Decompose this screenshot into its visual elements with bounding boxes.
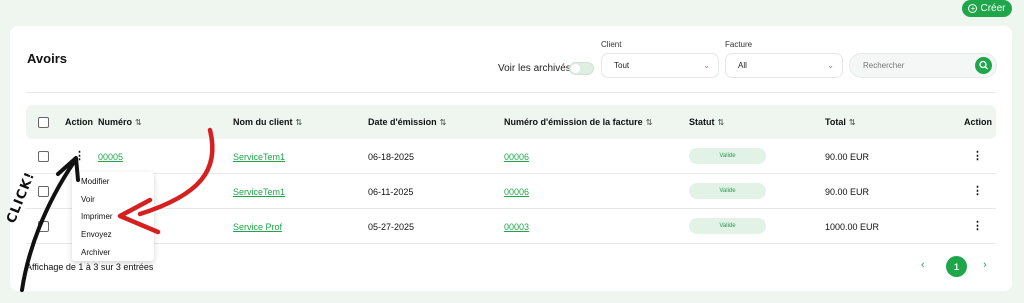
row-action-menu-icon[interactable]: ⋮: [74, 149, 85, 163]
create-button-label: Créer: [980, 3, 1006, 14]
sort-icon: ⇅: [135, 118, 142, 127]
sort-icon: ⇅: [645, 118, 653, 127]
show-archived-label: Voir les archivés: [498, 63, 571, 74]
total-amount: 90.00 EUR: [825, 187, 870, 197]
total-amount: 1000.00 EUR: [825, 222, 880, 232]
menu-item-envoyez[interactable]: Envoyez: [81, 230, 112, 239]
menu-item-archiver[interactable]: Archiver: [81, 248, 110, 257]
chevron-down-icon: ⌄: [827, 61, 834, 70]
sort-icon: ⇅: [295, 118, 303, 127]
sort-icon: ⇅: [439, 118, 447, 127]
invoice-number-link[interactable]: 00003: [504, 222, 529, 232]
prev-page-icon[interactable]: ‹: [921, 259, 925, 271]
column-client[interactable]: Nom du client ⇅: [233, 117, 302, 127]
search-input[interactable]: [863, 61, 963, 70]
row-action-menu: Modifier Voir Imprimer Envoyez Archiver: [72, 172, 154, 261]
create-button[interactable]: + Créer: [962, 0, 1012, 17]
search-icon: [979, 60, 988, 70]
next-page-icon[interactable]: ›: [983, 259, 987, 271]
table-row: ⋮ 00005 ServiceTem1 06-18-2025 00006 Val…: [26, 139, 996, 174]
menu-item-imprimer[interactable]: Imprimer: [81, 212, 113, 221]
row-checkbox[interactable]: [38, 151, 49, 162]
column-invoice-number[interactable]: Numéro d'émission de la facture ⇅: [504, 117, 652, 127]
menu-item-modifier[interactable]: Modifier: [81, 177, 109, 186]
select-all-checkbox[interactable]: [38, 117, 49, 128]
invoice-select-value: All: [738, 61, 747, 70]
search-button[interactable]: [975, 57, 992, 74]
page-1-button[interactable]: 1: [946, 256, 967, 277]
sort-icon: ⇅: [717, 118, 725, 127]
invoice-filter-label: Facture: [725, 40, 753, 49]
toggle-knob: [571, 64, 580, 73]
table-row: 00005 ServiceTem1 06-11-2025 00006 Valid…: [26, 174, 996, 209]
table-row: 00005 Service Prof 05-27-2025 00003 Vali…: [26, 209, 996, 244]
invoice-select[interactable]: All ⌄: [725, 53, 843, 78]
client-name-link[interactable]: ServiceTem1: [233, 187, 285, 197]
column-action-right: Action: [964, 117, 992, 127]
row-checkbox[interactable]: [38, 221, 49, 232]
credit-note-number[interactable]: 00005: [98, 152, 123, 162]
credit-notes-panel: Avoirs Voir les archivés Client Tout ⌄ F…: [10, 26, 1012, 291]
header-divider: [26, 92, 996, 93]
total-amount: 90.00 EUR: [825, 152, 870, 162]
table-header: Action Numéro ⇅ Nom du client ⇅ Date d'émi…: [26, 105, 996, 139]
client-filter-label: Client: [601, 40, 622, 49]
invoice-number-link[interactable]: 00006: [504, 187, 529, 197]
client-select-value: Tout: [614, 61, 630, 70]
more-options-icon[interactable]: ⋮: [972, 149, 983, 163]
status-badge: Valide: [689, 218, 766, 234]
more-options-icon[interactable]: ⋮: [972, 184, 983, 198]
menu-item-voir[interactable]: Voir: [81, 195, 95, 204]
invoice-number-link[interactable]: 00006: [504, 152, 529, 162]
chevron-down-icon: ⌄: [703, 61, 710, 70]
issue-date: 06-11-2025: [368, 187, 414, 197]
status-badge: Valide: [689, 148, 766, 164]
status-badge: Valide: [689, 183, 766, 199]
plus-circle-icon: +: [968, 4, 978, 13]
column-status[interactable]: Statut ⇅: [689, 117, 724, 127]
page-title: Avoirs: [27, 51, 67, 66]
pagination-summary: Affichage de 1 à 3 sur 3 entrées: [26, 262, 154, 272]
client-name-link[interactable]: Service Prof: [233, 222, 282, 232]
column-action: Action: [65, 117, 93, 127]
client-name-link[interactable]: ServiceTem1: [233, 152, 285, 162]
more-options-icon[interactable]: ⋮: [972, 219, 983, 233]
issue-date: 06-18-2025: [368, 152, 415, 162]
column-number[interactable]: Numéro ⇅: [98, 117, 142, 127]
column-date[interactable]: Date d'émission ⇅: [368, 117, 446, 127]
search-box: [849, 53, 997, 78]
issue-date: 05-27-2025: [368, 222, 415, 232]
row-checkbox[interactable]: [38, 186, 49, 197]
client-select[interactable]: Tout ⌄: [601, 53, 719, 78]
column-total[interactable]: Total ⇅: [825, 117, 856, 127]
sort-icon: ⇅: [848, 118, 856, 127]
show-archived-toggle[interactable]: [569, 62, 594, 75]
